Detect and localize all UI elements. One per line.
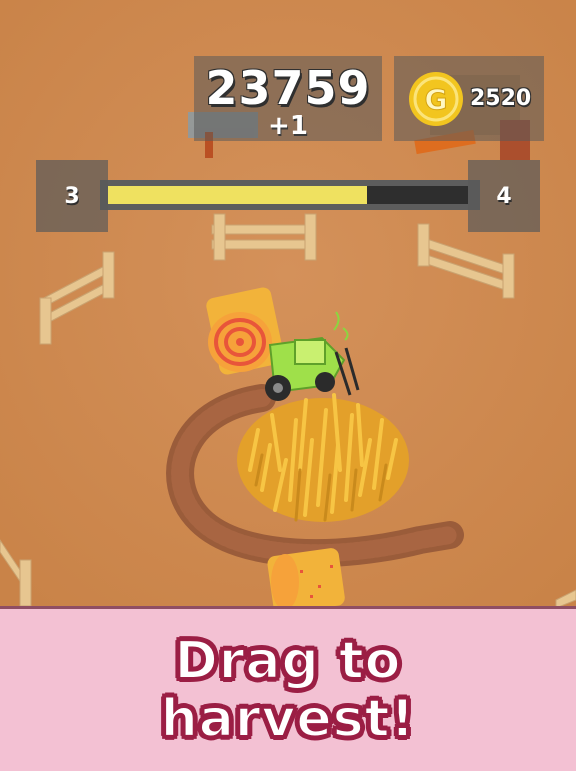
coin-panel: G 2520 xyxy=(394,56,544,141)
level-progress-fill xyxy=(108,186,368,204)
score-increment: +1 xyxy=(268,110,308,141)
current-level-number: 3 xyxy=(64,183,80,209)
gold-coin-icon: G xyxy=(409,71,463,126)
score-value: 23759 xyxy=(205,60,371,115)
instruction-banner: Drag to harvest! xyxy=(0,606,576,771)
banner-line-1: Drag to xyxy=(174,630,402,691)
next-level-number: 4 xyxy=(496,183,512,209)
hay-bale-bottom xyxy=(267,548,345,608)
coin-symbol: G xyxy=(425,83,448,116)
level-progress-bar xyxy=(100,180,480,210)
banner-line-2: harvest! xyxy=(160,689,416,749)
next-level-box: 4 xyxy=(468,160,540,232)
score-panel: 23759 +1 xyxy=(194,56,382,141)
current-level-box: 3 xyxy=(36,160,108,232)
coin-count: 2520 xyxy=(470,86,532,111)
